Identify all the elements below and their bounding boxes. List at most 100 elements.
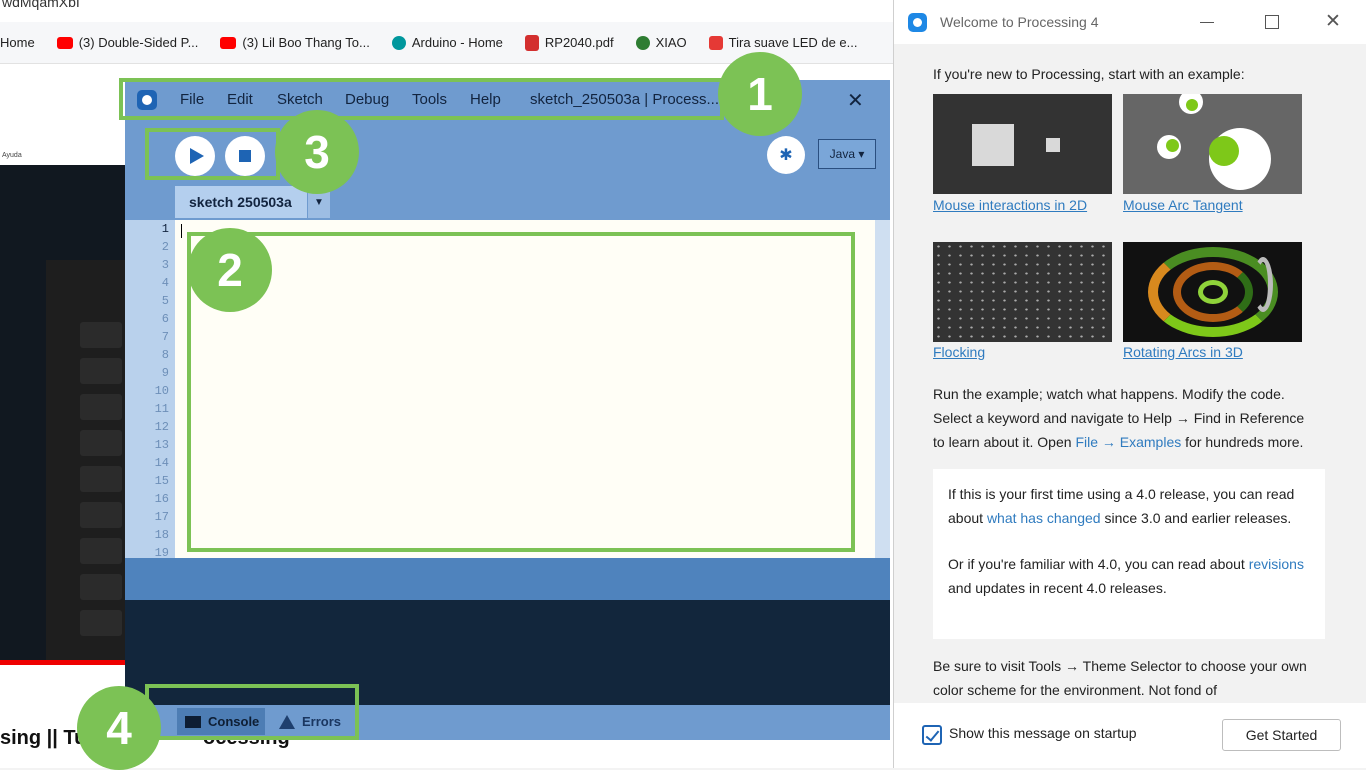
xiao-icon: [635, 35, 650, 50]
line-number: 1: [161, 222, 169, 236]
example-link[interactable]: Flocking: [933, 344, 985, 360]
extension-row: [80, 394, 122, 420]
instruction-text: to learn about it. Open: [933, 434, 1076, 450]
example-thumb-arc-tangent[interactable]: [1123, 94, 1302, 194]
release-paragraph: If this is your first time using a 4.0 r…: [948, 483, 1310, 530]
show-on-startup-checkbox[interactable]: [922, 725, 942, 745]
line-number: 3: [161, 258, 169, 272]
checkbox-label[interactable]: Show this message on startup: [949, 725, 1137, 741]
bookmark-led-strip[interactable]: Tira suave LED de e...: [708, 35, 858, 50]
release-text: since 3.0 and earlier releases.: [1100, 509, 1292, 526]
highlight-console-tabs: [145, 684, 359, 740]
editor-status-bar: [125, 558, 890, 600]
line-number: 6: [161, 312, 169, 326]
dialog-footer: Show this message on startup Get Started: [894, 703, 1366, 768]
bookmark-label: Tira suave LED de e...: [728, 35, 858, 50]
line-number: 7: [161, 330, 169, 344]
bookmark-youtube-2[interactable]: (3) Lil Boo Thang To...: [220, 35, 370, 50]
line-number: 14: [154, 456, 169, 470]
arduino-icon: [391, 35, 406, 50]
dialog-title: Welcome to Processing 4: [940, 14, 1099, 30]
arc-shape: [1253, 257, 1273, 312]
line-number: 8: [161, 348, 169, 362]
highlight-editor: [187, 232, 855, 552]
line-number: 2: [161, 240, 169, 254]
editor-scrollbar[interactable]: [875, 220, 890, 558]
shop-icon: [708, 35, 723, 50]
text-cursor: [181, 224, 182, 238]
example-link[interactable]: Mouse Arc Tangent: [1123, 197, 1243, 213]
line-number: 5: [161, 294, 169, 308]
highlight-toolbar: [145, 128, 280, 180]
circle-shape: [1166, 139, 1179, 152]
extension-row: [80, 466, 122, 492]
release-info-box: If this is your first time using a 4.0 r…: [933, 469, 1325, 639]
line-number: 16: [154, 492, 169, 506]
example-thumb-mouse-2d[interactable]: [933, 94, 1112, 194]
annotation-badge-1: 1: [718, 52, 802, 136]
tab-sketch[interactable]: sketch 250503a: [175, 186, 307, 218]
line-number: 4: [161, 276, 169, 290]
line-number: 17: [154, 510, 169, 524]
bookmark-label: Home: [0, 35, 35, 50]
close-icon[interactable]: ✕: [1325, 10, 1341, 33]
annotation-badge-4: 4: [77, 686, 161, 770]
bookmark-youtube-1[interactable]: (3) Double-Sided P...: [56, 35, 199, 50]
example-thumb-rotating-arcs[interactable]: [1123, 242, 1302, 342]
circle-shape: [1209, 136, 1239, 166]
square-shape: [972, 124, 1014, 166]
example-link[interactable]: Rotating Arcs in 3D: [1123, 344, 1243, 360]
welcome-dialog: Welcome to Processing 4 ✕ If you're new …: [893, 0, 1366, 768]
what-has-changed-link[interactable]: what has changed: [987, 510, 1101, 526]
instruction-line: Run the example; watch what happens. Mod…: [933, 386, 1285, 402]
video-progress-bar[interactable]: [0, 660, 125, 665]
instruction-text: for hundreds more.: [1181, 434, 1304, 450]
line-number: 15: [154, 474, 169, 488]
theme-text: Be sure to visit Tools → Theme Selector …: [933, 658, 1307, 698]
minimize-icon[interactable]: [1200, 22, 1214, 23]
example-thumb-flocking[interactable]: [933, 242, 1112, 342]
bookmark-rp2040[interactable]: RP2040.pdf: [524, 34, 614, 51]
bookmark-label: Arduino - Home: [411, 35, 503, 50]
bookmark-label: (3) Double-Sided P...: [78, 35, 199, 50]
extension-row: [80, 430, 122, 456]
maximize-icon[interactable]: [1265, 15, 1279, 29]
highlight-menu-bar: [119, 78, 724, 120]
file-examples-link[interactable]: File → Examples: [1075, 434, 1181, 450]
extension-row: [80, 358, 122, 384]
line-number: 10: [154, 384, 169, 398]
dialog-titlebar: Welcome to Processing 4 ✕: [894, 0, 1366, 44]
line-number: 18: [154, 528, 169, 542]
processing-ide-window: File Edit Sketch Debug Tools Help sketch…: [119, 78, 890, 740]
release-paragraph: Or if you're familiar with 4.0, you can …: [948, 553, 1310, 600]
pdf-icon: [524, 34, 539, 51]
bookmark-home[interactable]: Home: [0, 35, 35, 50]
annotation-badge-2: 2: [188, 228, 272, 312]
extension-row: [80, 610, 122, 636]
example-link[interactable]: Mouse interactions in 2D: [933, 197, 1087, 213]
bookmark-xiao[interactable]: XIAO: [635, 35, 687, 50]
instructions-text: Run the example; watch what happens. Mod…: [933, 382, 1333, 454]
get-started-button[interactable]: Get Started: [1222, 719, 1341, 751]
bookmark-label: RP2040.pdf: [544, 35, 614, 50]
line-number: 12: [154, 420, 169, 434]
youtube-icon: [56, 36, 73, 49]
instruction-line: Select a keyword and navigate to Help → …: [933, 410, 1305, 426]
bookmark-arduino[interactable]: Arduino - Home: [391, 35, 503, 50]
debugger-icon[interactable]: ✱: [767, 136, 805, 174]
release-text: Or if you're familiar with 4.0, you can …: [948, 556, 1249, 572]
vscode-screenshot: [46, 260, 126, 665]
intro-text: If you're new to Processing, start with …: [933, 66, 1245, 82]
line-number: 13: [154, 438, 169, 452]
close-icon[interactable]: ✕: [847, 88, 864, 113]
youtube-icon: [220, 36, 237, 49]
line-number-gutter: 1 2 3 4 5 6 7 8 9 10 11 12 13 14 15 16 1…: [125, 220, 175, 560]
extension-row: [80, 502, 122, 528]
revisions-link[interactable]: revisions: [1249, 556, 1304, 572]
url-fragment: wdMqamXbI: [2, 0, 80, 10]
mode-selector[interactable]: Java ▾: [818, 139, 876, 169]
extension-row: [80, 538, 122, 564]
extension-row: [80, 574, 122, 600]
circle-shape: [1186, 99, 1198, 111]
release-text: and updates in recent 4.0 releases.: [948, 579, 1167, 596]
